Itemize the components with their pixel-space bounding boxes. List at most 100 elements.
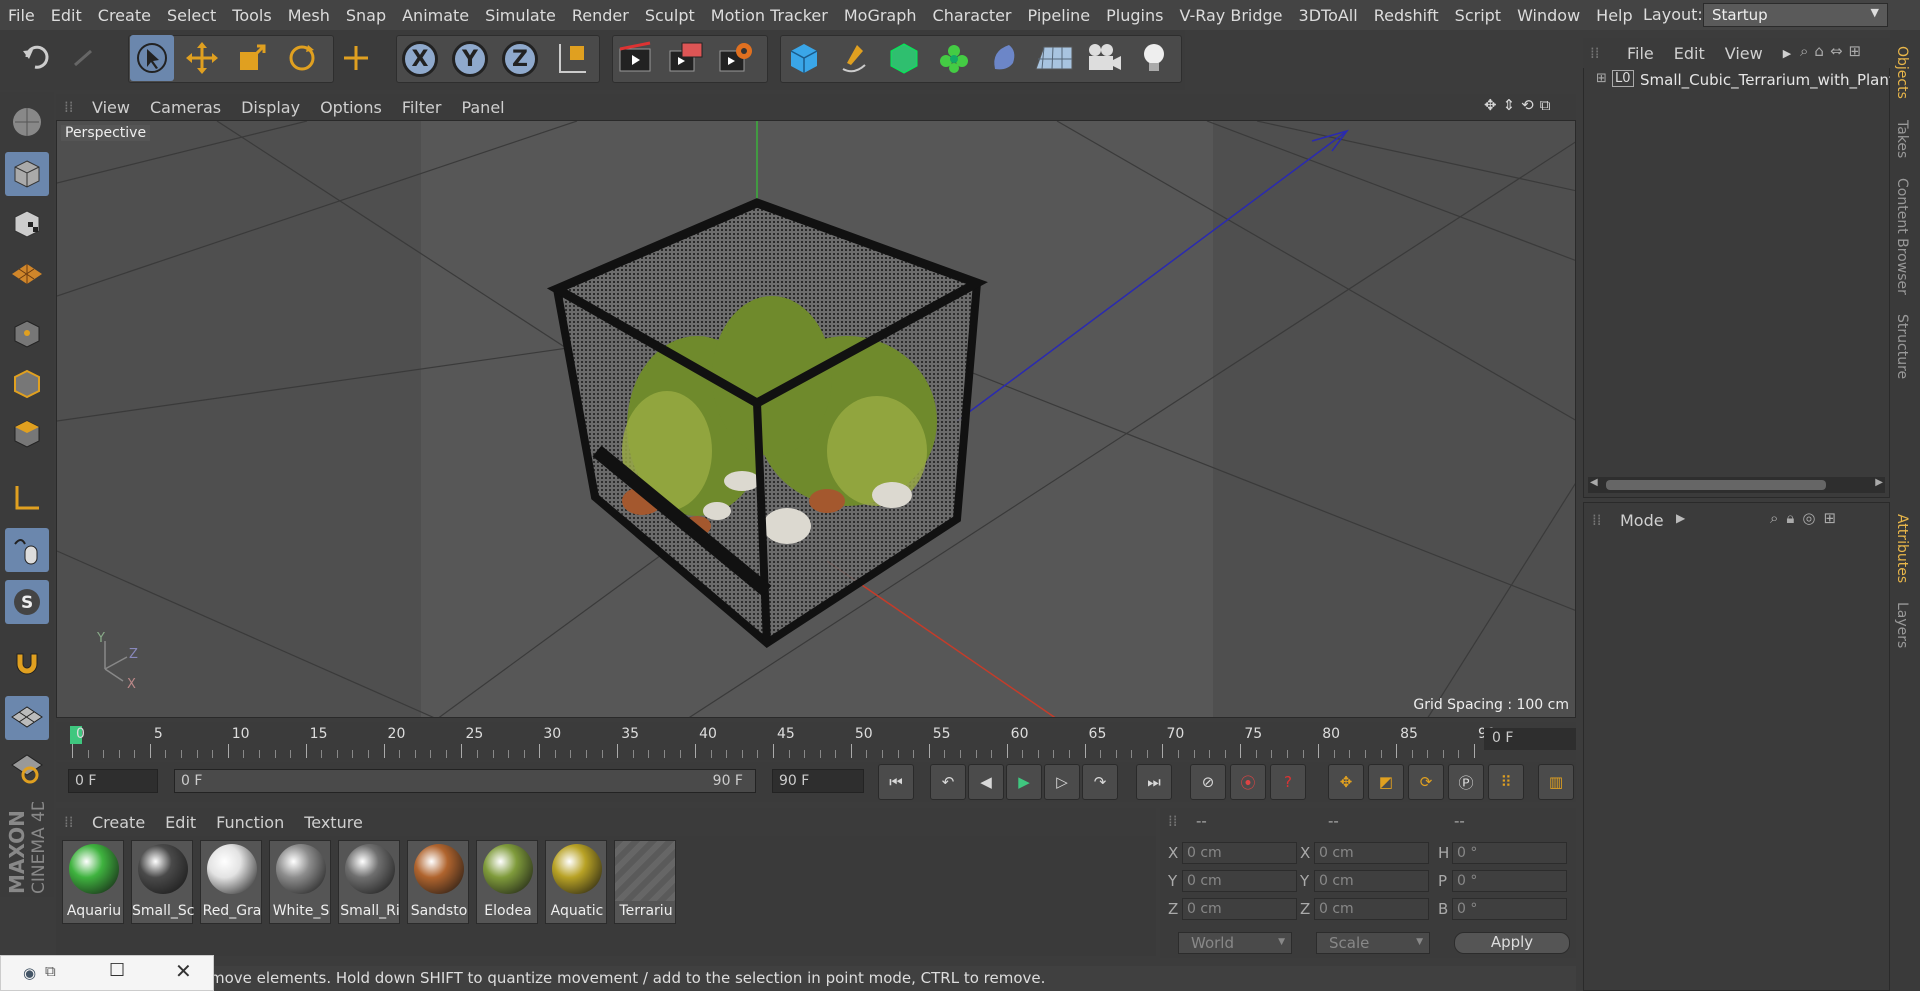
tab-content-browser[interactable]: Content Browser — [1894, 178, 1910, 295]
menu-file[interactable]: File — [0, 6, 43, 25]
material-menu-texture[interactable]: Texture — [294, 813, 373, 832]
axis-mode-button[interactable] — [5, 476, 49, 520]
timeline-window-icon[interactable]: ▥ — [1538, 764, 1574, 800]
viewport-menu-panel[interactable]: Panel — [451, 98, 514, 117]
end-frame-field[interactable]: 90 F — [772, 769, 864, 793]
prev-key-icon[interactable]: ↶ — [930, 764, 966, 800]
viewport-menu-options[interactable]: Options — [310, 98, 392, 117]
coord-field[interactable]: 0 cm — [1314, 898, 1429, 920]
render-settings-button[interactable] — [714, 35, 758, 81]
attr-mode-menu[interactable]: Mode — [1620, 511, 1664, 530]
material-menu-edit[interactable]: Edit — [155, 813, 206, 832]
current-frame-field[interactable]: 0 F — [1484, 728, 1576, 750]
object-menu-view[interactable]: View — [1715, 44, 1773, 63]
menu-render[interactable]: Render — [564, 6, 637, 25]
axis-x-button[interactable]: X — [402, 41, 438, 77]
search-icon[interactable]: ⌕ — [1800, 42, 1808, 62]
menu-edit[interactable]: Edit — [43, 6, 90, 25]
menu-motion-tracker[interactable]: Motion Tracker — [703, 6, 836, 25]
menu-v-ray-bridge[interactable]: V-Ray Bridge — [1171, 6, 1290, 25]
key-parameter-icon[interactable]: Ⓟ — [1448, 764, 1484, 800]
cube-object-button[interactable] — [782, 35, 826, 81]
menu-3dtoall[interactable]: 3DToAll — [1291, 6, 1366, 25]
home-icon[interactable]: ⌂ — [1814, 42, 1824, 62]
menu-tools[interactable]: Tools — [224, 6, 279, 25]
next-key-icon[interactable]: ↷ — [1082, 764, 1118, 800]
key-rotation-icon[interactable]: ⟳ — [1408, 764, 1444, 800]
material-swatch[interactable]: Terrariu — [614, 840, 676, 924]
make-editable-button[interactable] — [5, 100, 49, 144]
material-swatch[interactable]: Sandsto — [407, 840, 469, 924]
object-menu-file[interactable]: File — [1617, 44, 1664, 63]
coord-field[interactable]: 0 ° — [1452, 870, 1567, 892]
menu-snap[interactable]: Snap — [338, 6, 394, 25]
rotate-view-icon[interactable]: ⟲ — [1521, 96, 1534, 118]
autokey-icon[interactable]: ⦿ — [1230, 764, 1266, 800]
coord-field[interactable]: 0 ° — [1452, 842, 1567, 864]
key-pla-icon[interactable]: ⠿ — [1488, 764, 1524, 800]
polygons-mode-button[interactable] — [5, 412, 49, 456]
redo-button[interactable] — [62, 35, 106, 81]
menu-pipeline[interactable]: Pipeline — [1020, 6, 1099, 25]
points-mode-button[interactable] — [5, 312, 49, 356]
menu-simulate[interactable]: Simulate — [477, 6, 564, 25]
move-tool-button[interactable] — [180, 35, 224, 81]
object-menu-edit[interactable]: Edit — [1664, 44, 1715, 63]
coord-field[interactable]: 0 cm — [1182, 842, 1297, 864]
rotate-tool-button[interactable] — [280, 35, 324, 81]
select-tool-button[interactable] — [130, 35, 174, 81]
edges-mode-button[interactable] — [5, 362, 49, 406]
menu-select[interactable]: Select — [159, 6, 224, 25]
record-disabled-icon[interactable]: ⊘ — [1190, 764, 1226, 800]
menu-mograph[interactable]: MoGraph — [836, 6, 925, 25]
workplane-lock-button[interactable] — [5, 696, 49, 740]
apply-button[interactable]: Apply — [1454, 932, 1570, 954]
new-panel-icon[interactable]: ⊞ — [1823, 509, 1836, 529]
link-icon[interactable]: ⇔ — [1830, 42, 1843, 62]
scroll-right-icon[interactable]: ▶ — [1875, 477, 1883, 488]
target-icon[interactable]: ◎ — [1802, 509, 1815, 529]
material-swatch[interactable]: Red_Gra — [200, 840, 262, 924]
floor-button[interactable] — [1032, 35, 1076, 81]
coordinate-system-button[interactable] — [550, 35, 594, 81]
material-menu-function[interactable]: Function — [206, 813, 294, 832]
arrow-right-icon[interactable]: ▶ — [1773, 47, 1801, 60]
viewport-menu-view[interactable]: View — [82, 98, 140, 117]
lock-icon[interactable]: 🔒︎ — [1786, 509, 1794, 529]
viewport-menu-display[interactable]: Display — [231, 98, 310, 117]
coord-field[interactable]: 0 cm — [1182, 898, 1297, 920]
texture-mode-button[interactable] — [5, 202, 49, 246]
keyframe-help-icon[interactable]: ? — [1270, 764, 1306, 800]
viewport-menu-cameras[interactable]: Cameras — [140, 98, 231, 117]
menu-plugins[interactable]: Plugins — [1098, 6, 1171, 25]
workplane-mode-button[interactable] — [5, 252, 49, 296]
coord-field[interactable]: 0 cm — [1314, 870, 1429, 892]
menu-help[interactable]: Help — [1588, 6, 1640, 25]
menu-create[interactable]: Create — [90, 6, 159, 25]
axis-y-button[interactable]: Y — [452, 41, 488, 77]
arrow-right-icon[interactable]: ▶ — [1676, 511, 1685, 525]
material-menu-create[interactable]: Create — [82, 813, 155, 832]
deformer-button[interactable] — [982, 35, 1026, 81]
pan-icon[interactable]: ✥ — [1484, 96, 1497, 118]
pen-spline-button[interactable] — [832, 35, 876, 81]
layout-select[interactable]: Startup ▼ — [1703, 3, 1888, 27]
timeline-ruler[interactable]: 051015202530354045505560657075808590 — [56, 722, 1576, 760]
prev-frame-icon[interactable]: ◀ — [968, 764, 1004, 800]
coord-field[interactable]: 0 cm — [1182, 870, 1297, 892]
maximize-view-icon[interactable]: ⧉ — [1540, 96, 1551, 118]
axis-z-button[interactable]: Z — [502, 41, 538, 77]
frame-range-slider[interactable]: 0 F 90 F — [174, 769, 756, 793]
menu-script[interactable]: Script — [1447, 6, 1509, 25]
light-button[interactable] — [1132, 35, 1176, 81]
key-scale-icon[interactable]: ◩ — [1368, 764, 1404, 800]
start-frame-field[interactable]: 0 F — [68, 769, 158, 793]
menu-window[interactable]: Window — [1509, 6, 1588, 25]
object-row[interactable]: ⊞ L0 Small_Cubic_Terrarium_with_Plants — [1590, 69, 1903, 93]
menu-character[interactable]: Character — [925, 6, 1020, 25]
maximize-icon[interactable]: ☐ — [109, 960, 125, 981]
coord-field[interactable]: 0 ° — [1452, 898, 1567, 920]
render-picture-viewer-button[interactable] — [664, 35, 708, 81]
material-swatch[interactable]: Elodea — [476, 840, 538, 924]
close-icon[interactable]: ✕ — [175, 959, 192, 983]
